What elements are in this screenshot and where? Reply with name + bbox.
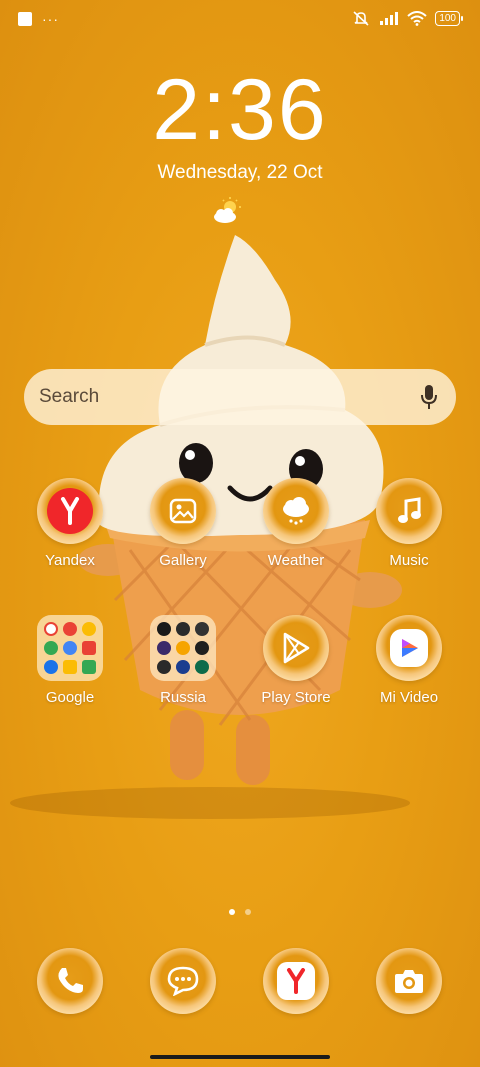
music-app-icon (376, 478, 442, 544)
app-yandex[interactable]: Yandex (15, 478, 125, 569)
gallery-app-icon (150, 478, 216, 544)
app-label: Gallery (159, 552, 207, 569)
app-weather[interactable]: Weather (241, 478, 351, 569)
dock-phone[interactable] (37, 948, 103, 1014)
dock-messages[interactable] (150, 948, 216, 1014)
messages-icon (167, 966, 199, 996)
app-label: Mi Video (379, 689, 439, 706)
app-label: Music (389, 552, 429, 569)
date-label[interactable]: Wednesday, 22 Oct (0, 162, 480, 184)
home-gesture-bar[interactable] (150, 1055, 330, 1059)
signal-icon (380, 12, 399, 25)
gallery-icon (169, 498, 197, 524)
search-bar[interactable]: Search (24, 369, 456, 425)
play-store-icon (283, 632, 310, 664)
battery-indicator: 100 (435, 10, 463, 26)
app-music[interactable]: Music (354, 478, 464, 569)
cloud-rain-icon (283, 497, 309, 525)
notification-icon (18, 12, 32, 26)
silent-mode-icon (353, 11, 369, 26)
camera-icon (395, 970, 423, 993)
status-bar-right: 100 (351, 10, 463, 26)
status-bar-left: ··· (18, 12, 59, 26)
app-mi-video[interactable]: Mi Video (354, 615, 464, 706)
page-indicator (245, 909, 251, 915)
play-store-app-icon (263, 615, 329, 681)
folder-google[interactable]: Google (15, 615, 125, 706)
dock-yandex-browser[interactable] (263, 948, 329, 1014)
app-play-store[interactable]: Play Store (241, 615, 351, 706)
clock-time[interactable]: 2:36 (0, 60, 480, 160)
folder-russia[interactable]: Russia (128, 615, 238, 706)
yandex-icon (61, 497, 79, 525)
weather-app-icon (263, 478, 329, 544)
app-gallery[interactable]: Gallery (128, 478, 238, 569)
app-label: Russia (160, 689, 206, 706)
weather-sun-cloud-icon[interactable] (210, 196, 244, 226)
music-note-icon (398, 497, 421, 523)
wifi-icon (407, 10, 427, 26)
app-label: Yandex (45, 552, 95, 569)
russia-folder-icon (150, 615, 216, 681)
mi-video-icon (402, 639, 418, 657)
dock-camera[interactable] (376, 948, 442, 1014)
search-placeholder: Search (39, 386, 100, 407)
app-label: Weather (267, 552, 325, 569)
yandex-browser-icon (287, 968, 305, 994)
page-indicator-active (229, 909, 235, 915)
more-notifications-icon: ··· (42, 11, 59, 27)
google-folder-icon (37, 615, 103, 681)
phone-icon (58, 968, 83, 993)
app-label: Play Store (261, 689, 331, 706)
yandex-app-icon (37, 478, 103, 544)
microphone-icon[interactable] (420, 384, 438, 410)
mi-video-app-icon (376, 615, 442, 681)
app-label: Google (45, 689, 95, 706)
